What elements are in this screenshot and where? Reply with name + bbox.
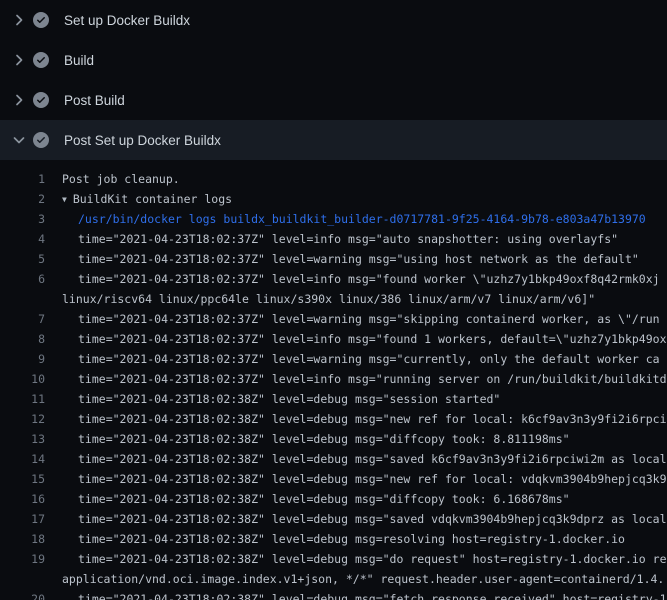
line-number[interactable]: 15 <box>0 469 45 489</box>
line-number[interactable]: 13 <box>0 429 45 449</box>
log-line-text: linux/riscv64 linux/ppc64le linux/s390x … <box>62 289 595 309</box>
log-wrap-row: application/vnd.oci.image.index.v1+json,… <box>0 569 667 589</box>
log-line-text: time="2021-04-23T18:02:37Z" level=warnin… <box>78 249 639 269</box>
log-row-6: 6 time="2021-04-23T18:02:37Z" level=info … <box>0 269 667 289</box>
chevron-right-icon <box>10 52 28 68</box>
log-row-16: 16 time="2021-04-23T18:02:38Z" level=debu… <box>0 489 667 509</box>
log-line-text: time="2021-04-23T18:02:38Z" level=debug … <box>78 589 667 600</box>
log-line-text: time="2021-04-23T18:02:38Z" level=debug … <box>78 469 667 489</box>
log-line-text: time="2021-04-23T18:02:37Z" level=warnin… <box>78 309 660 329</box>
line-number[interactable]: 2 <box>0 189 45 209</box>
log-row-12: 12 time="2021-04-23T18:02:38Z" level=debu… <box>0 409 667 429</box>
log-line-text: Post job cleanup. <box>62 169 180 189</box>
log-row-19: 19 time="2021-04-23T18:02:38Z" level=debu… <box>0 549 667 569</box>
log-row-17: 17 time="2021-04-23T18:02:38Z" level=debu… <box>0 509 667 529</box>
log-line-text: time="2021-04-23T18:02:37Z" level=info m… <box>78 269 660 289</box>
log-row-7: 7 time="2021-04-23T18:02:37Z" level=warni… <box>0 309 667 329</box>
log-row-4: 4 time="2021-04-23T18:02:37Z" level=info … <box>0 229 667 249</box>
line-number[interactable]: 6 <box>0 269 45 289</box>
log-line-text: time="2021-04-23T18:02:38Z" level=debug … <box>78 489 570 509</box>
log-group-label: BuildKit container logs <box>73 192 232 206</box>
log-row-1: 1 Post job cleanup. <box>0 169 667 189</box>
log-row-3: 3/usr/bin/docker logs buildx_buildkit_bu… <box>0 209 667 229</box>
log-line-text: time="2021-04-23T18:02:38Z" level=debug … <box>78 509 667 529</box>
log-row-15: 15 time="2021-04-23T18:02:38Z" level=debu… <box>0 469 667 489</box>
step-header-post-set-up-docker-buildx[interactable]: Post Set up Docker Buildx <box>0 120 667 160</box>
check-circle-icon <box>33 12 49 28</box>
line-number[interactable]: 10 <box>0 369 45 389</box>
log-line-text: time="2021-04-23T18:02:38Z" level=debug … <box>78 449 667 469</box>
line-number[interactable]: 9 <box>0 349 45 369</box>
check-circle-icon <box>33 92 49 108</box>
step-label: Post Set up Docker Buildx <box>64 133 221 148</box>
log-row-20: 20 time="2021-04-23T18:02:38Z" level=debu… <box>0 589 667 600</box>
log-wrap-row: linux/riscv64 linux/ppc64le linux/s390x … <box>0 289 667 309</box>
log-line-text: time="2021-04-23T18:02:37Z" level=info m… <box>78 369 667 389</box>
line-number[interactable]: 17 <box>0 509 45 529</box>
line-number[interactable]: 19 <box>0 549 45 569</box>
steps-list: Set up Docker Buildx Build Post Build Post … <box>0 0 667 160</box>
log-line-text: time="2021-04-23T18:02:37Z" level=info m… <box>78 329 667 349</box>
log-line-text: time="2021-04-23T18:02:38Z" level=debug … <box>78 409 667 429</box>
line-number[interactable]: 3 <box>0 209 45 229</box>
step-label: Post Build <box>64 93 125 108</box>
step-label: Build <box>64 53 94 68</box>
log-line-text: time="2021-04-23T18:02:38Z" level=debug … <box>78 549 667 569</box>
log-line-text: time="2021-04-23T18:02:37Z" level=info m… <box>78 229 618 249</box>
check-circle-icon <box>33 52 49 68</box>
line-number <box>0 569 45 589</box>
line-number[interactable]: 11 <box>0 389 45 409</box>
line-number[interactable]: 4 <box>0 229 45 249</box>
log-row-5: 5 time="2021-04-23T18:02:37Z" level=warni… <box>0 249 667 269</box>
line-number <box>0 289 45 309</box>
line-number[interactable]: 12 <box>0 409 45 429</box>
log-row-2: 2 ▼ BuildKit container logs <box>0 189 667 209</box>
line-number[interactable]: 1 <box>0 169 45 189</box>
log-line-text: time="2021-04-23T18:02:38Z" level=debug … <box>78 389 500 409</box>
log-row-9: 9 time="2021-04-23T18:02:37Z" level=warni… <box>0 349 667 369</box>
log-line-text: time="2021-04-23T18:02:38Z" level=debug … <box>78 429 570 449</box>
log-viewer: 1 Post job cleanup. 2 ▼ BuildKit container l… <box>0 160 667 600</box>
line-number[interactable]: 5 <box>0 249 45 269</box>
log-row-10: 10 time="2021-04-23T18:02:37Z" level=info… <box>0 369 667 389</box>
log-line-text: time="2021-04-23T18:02:37Z" level=warnin… <box>78 349 660 369</box>
log-group-toggle[interactable]: ▼ BuildKit container logs <box>62 189 232 209</box>
log-line-text: time="2021-04-23T18:02:38Z" level=debug … <box>78 529 625 549</box>
step-label: Set up Docker Buildx <box>64 13 190 28</box>
chevron-down-icon <box>10 132 28 148</box>
line-number[interactable]: 16 <box>0 489 45 509</box>
log-row-14: 14 time="2021-04-23T18:02:38Z" level=debu… <box>0 449 667 469</box>
log-row-18: 18 time="2021-04-23T18:02:38Z" level=debu… <box>0 529 667 549</box>
log-command-text: /usr/bin/docker logs buildx_buildkit_bui… <box>78 209 646 229</box>
check-circle-icon <box>33 132 49 148</box>
log-line-text: application/vnd.oci.image.index.v1+json,… <box>62 569 664 589</box>
chevron-right-icon <box>10 12 28 28</box>
line-number[interactable]: 14 <box>0 449 45 469</box>
step-header-post-build[interactable]: Post Build <box>0 80 667 120</box>
step-header-set-up-docker-buildx[interactable]: Set up Docker Buildx <box>0 0 667 40</box>
line-number[interactable]: 20 <box>0 589 45 600</box>
line-number[interactable]: 18 <box>0 529 45 549</box>
line-number[interactable]: 8 <box>0 329 45 349</box>
log-row-13: 13 time="2021-04-23T18:02:38Z" level=debu… <box>0 429 667 449</box>
line-number[interactable]: 7 <box>0 309 45 329</box>
log-row-11: 11 time="2021-04-23T18:02:38Z" level=debu… <box>0 389 667 409</box>
step-header-build[interactable]: Build <box>0 40 667 80</box>
log-row-8: 8 time="2021-04-23T18:02:37Z" level=info … <box>0 329 667 349</box>
chevron-right-icon <box>10 92 28 108</box>
triangle-down-icon: ▼ <box>62 190 67 210</box>
